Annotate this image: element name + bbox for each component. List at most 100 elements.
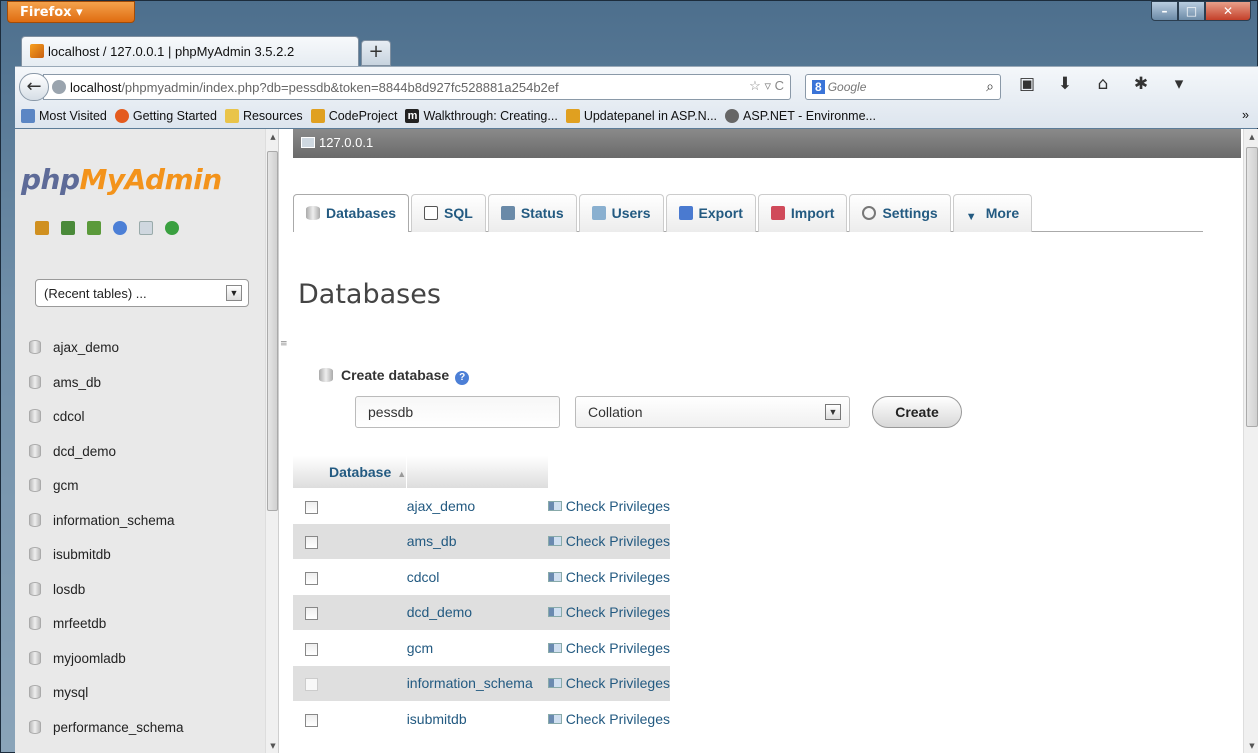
collation-select[interactable]: Collation ▼ bbox=[575, 396, 850, 428]
query-window-icon[interactable] bbox=[87, 221, 101, 235]
database-icon bbox=[29, 374, 41, 389]
phpmyadmin-logo[interactable]: phpMyAdmin bbox=[21, 163, 222, 196]
sidebar-db-item[interactable]: losdb bbox=[15, 574, 265, 609]
page-scrollbar[interactable]: ▲ ▼ bbox=[1243, 129, 1258, 753]
sidebar-db-item[interactable]: mysql bbox=[15, 677, 265, 712]
bookmark-star-icon[interactable]: ☆ bbox=[749, 78, 761, 93]
mysql-docs-icon[interactable] bbox=[139, 221, 153, 235]
tab-export[interactable]: Export bbox=[665, 194, 756, 232]
more-arrow-icon: ▼ bbox=[965, 211, 977, 223]
database-link[interactable]: gcm bbox=[406, 630, 548, 666]
page-scroll-thumb[interactable] bbox=[1246, 147, 1258, 427]
bookmarks-overflow-button[interactable]: » bbox=[1242, 108, 1249, 122]
database-link[interactable]: isubmitdb bbox=[406, 701, 548, 737]
history-dropdown-icon[interactable]: ▿ bbox=[764, 78, 771, 93]
bookmark-codeproject[interactable]: CodeProject bbox=[310, 109, 397, 123]
reload-navigation-icon[interactable] bbox=[165, 221, 179, 235]
tab-more[interactable]: ▼ More bbox=[952, 194, 1033, 232]
check-privileges-link[interactable]: Check Privileges bbox=[547, 701, 670, 737]
close-icon[interactable]: ✕ bbox=[1205, 1, 1251, 21]
row-checkbox[interactable] bbox=[305, 642, 318, 656]
sidebar-db-item[interactable]: ajax_demo bbox=[15, 332, 265, 367]
check-privileges-link[interactable]: Check Privileges bbox=[547, 594, 670, 630]
documentation-icon[interactable] bbox=[113, 221, 127, 235]
downloads-icon[interactable]: ⬇ bbox=[1053, 74, 1077, 94]
page-content: phpMyAdmin (Recent tables) ... ▼ ajax_de… bbox=[15, 129, 1258, 753]
sidebar-db-item[interactable]: information_schema bbox=[15, 505, 265, 540]
check-privileges-link[interactable]: Check Privileges bbox=[547, 559, 670, 595]
recent-tables-select[interactable]: (Recent tables) ... ▼ bbox=[35, 279, 249, 307]
tab-settings[interactable]: Settings bbox=[849, 194, 951, 232]
window-controls: – □ ✕ bbox=[1151, 1, 1251, 21]
create-button[interactable]: Create bbox=[872, 396, 962, 428]
back-button[interactable]: ← bbox=[19, 73, 49, 101]
tab-databases[interactable]: Databases bbox=[293, 194, 410, 232]
sidebar-db-item[interactable]: performance_schema bbox=[15, 712, 265, 747]
row-checkbox[interactable] bbox=[305, 607, 318, 621]
sidebar-scrollbar[interactable]: ▲ ▼ bbox=[265, 129, 278, 753]
check-privileges-link[interactable]: Check Privileges bbox=[547, 630, 670, 666]
database-link[interactable]: ajax_demo bbox=[406, 488, 548, 524]
dropdown-arrow-icon[interactable]: ▼ bbox=[825, 404, 841, 420]
scroll-down-icon[interactable]: ▼ bbox=[1244, 738, 1258, 753]
dropdown-arrow-icon[interactable]: ▼ bbox=[226, 285, 242, 301]
check-privileges-link[interactable]: Check Privileges bbox=[547, 665, 670, 701]
bookmark-resources[interactable]: Resources bbox=[224, 109, 303, 123]
sidebar-db-item[interactable]: isubmitdb bbox=[15, 539, 265, 574]
database-link[interactable]: dcd_demo bbox=[406, 594, 548, 630]
search-bar[interactable]: 8 Google ⌕ bbox=[805, 74, 1001, 100]
tab-status[interactable]: Status bbox=[487, 194, 577, 232]
sidebar-db-item[interactable]: ams_db bbox=[15, 367, 265, 402]
database-icon bbox=[29, 650, 41, 665]
bookmark-getting-started[interactable]: Getting Started bbox=[114, 109, 217, 123]
row-checkbox[interactable] bbox=[305, 536, 318, 550]
home-icon[interactable] bbox=[35, 221, 49, 235]
sidebar-db-item[interactable]: dcd_demo bbox=[15, 436, 265, 471]
folder-icon bbox=[224, 109, 239, 123]
scroll-down-icon[interactable]: ▼ bbox=[266, 738, 278, 753]
addon-icon[interactable]: ✱ bbox=[1129, 74, 1153, 94]
row-checkbox[interactable] bbox=[305, 571, 318, 585]
privileges-icon bbox=[547, 713, 562, 724]
bookmark-walkthrough[interactable]: m Walkthrough: Creating... bbox=[405, 109, 558, 123]
sidebar-db-item[interactable]: mrfeetdb bbox=[15, 608, 265, 643]
scroll-up-icon[interactable]: ▲ bbox=[266, 129, 278, 145]
bookmark-updatepanel[interactable]: Updatepanel in ASP.N... bbox=[565, 109, 717, 123]
bookmarks-menu-icon[interactable]: ▣ bbox=[1015, 74, 1039, 94]
tab-users[interactable]: Users bbox=[578, 194, 664, 232]
sidebar-db-item[interactable]: myjoomladb bbox=[15, 643, 265, 678]
database-link[interactable]: cdcol bbox=[406, 559, 548, 595]
bookmark-most-visited[interactable]: Most Visited bbox=[21, 109, 107, 123]
google-engine-icon[interactable]: 8 bbox=[812, 80, 825, 94]
new-tab-button[interactable]: + bbox=[361, 40, 391, 66]
database-link[interactable]: information_schema bbox=[406, 665, 548, 701]
maximize-icon[interactable]: □ bbox=[1178, 1, 1205, 21]
menu-overflow-icon[interactable]: ▾ bbox=[1167, 74, 1191, 94]
firefox-icon bbox=[114, 109, 129, 123]
tab-sql[interactable]: SQL bbox=[411, 194, 486, 232]
row-checkbox[interactable] bbox=[305, 713, 318, 727]
server-breadcrumb[interactable]: 127.0.0.1 bbox=[293, 129, 1241, 158]
sidebar-db-item[interactable]: cdcol bbox=[15, 401, 265, 436]
bookmark-aspnet[interactable]: ASP.NET - Environme... bbox=[725, 109, 876, 123]
database-column-header[interactable]: Database ▲ bbox=[293, 456, 407, 488]
browser-tab[interactable]: localhost / 127.0.0.1 | phpMyAdmin 3.5.2… bbox=[21, 36, 359, 66]
check-privileges-link[interactable]: Check Privileges bbox=[547, 488, 670, 524]
sidebar-db-item[interactable]: gcm bbox=[15, 470, 265, 505]
reload-icon[interactable]: C bbox=[775, 78, 784, 93]
panel-resize-handle-icon[interactable]: ≡ bbox=[280, 339, 288, 349]
check-privileges-link[interactable]: Check Privileges bbox=[547, 523, 670, 559]
help-icon[interactable]: ? bbox=[455, 371, 470, 385]
firefox-menu-button[interactable]: Firefox ▾ bbox=[7, 1, 135, 23]
tab-import[interactable]: Import bbox=[757, 194, 848, 232]
sidebar-scroll-thumb[interactable] bbox=[267, 151, 278, 511]
database-name-input[interactable] bbox=[355, 396, 560, 428]
scroll-up-icon[interactable]: ▲ bbox=[1244, 129, 1258, 145]
minimize-icon[interactable]: – bbox=[1151, 1, 1178, 21]
logout-icon[interactable] bbox=[61, 221, 75, 235]
home-icon[interactable]: ⌂ bbox=[1091, 74, 1115, 94]
search-icon[interactable]: ⌕ bbox=[986, 78, 994, 95]
database-link[interactable]: ams_db bbox=[406, 523, 548, 559]
row-checkbox[interactable] bbox=[305, 500, 318, 514]
url-bar[interactable]: localhost/phpmyadmin/index.php?db=pessdb… bbox=[43, 74, 791, 100]
